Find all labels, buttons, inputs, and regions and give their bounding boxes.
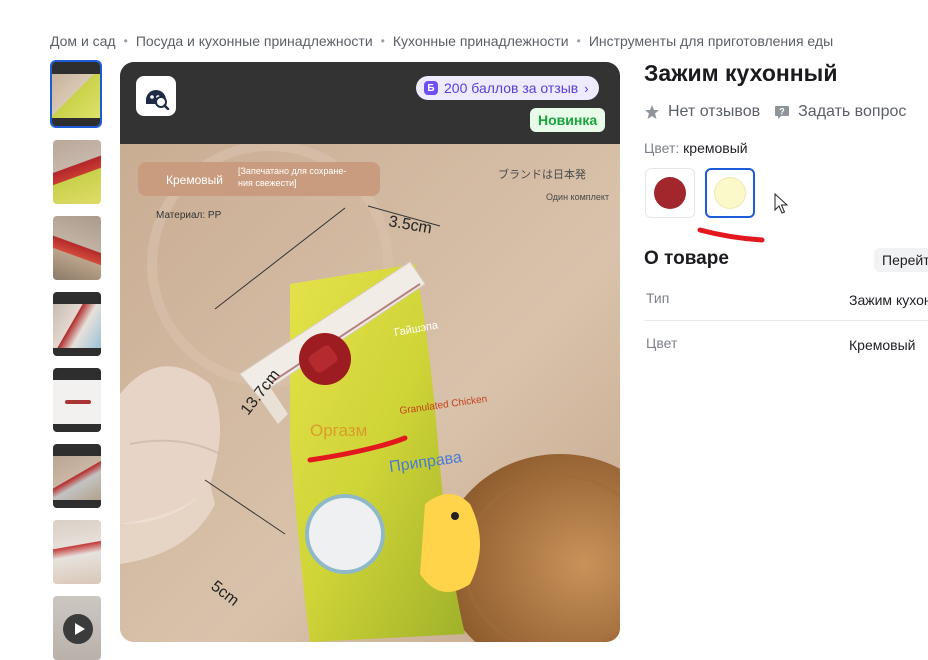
ask-question-label: Задать вопрос	[798, 103, 907, 120]
photo-sealed-note: [Запечатано для сохране-	[238, 166, 346, 176]
ask-question-link[interactable]: ? Задать вопрос	[774, 103, 906, 121]
breadcrumb-separator: •	[380, 34, 385, 48]
breadcrumb-item-cooking-tools[interactable]: Инструменты для приготовления еды	[589, 33, 833, 49]
svg-text:ния свежести]: ния свежести]	[238, 178, 297, 188]
reviews-label: Нет отзывов	[668, 103, 761, 120]
thumbnail-video[interactable]	[53, 596, 101, 660]
spec-value: Кремовый	[849, 337, 916, 353]
photo-bag-text-1: Оргазм	[310, 421, 367, 440]
breadcrumb: Дом и сад • Посуда и кухонные принадлежн…	[50, 32, 833, 50]
question-chat-icon: ?	[775, 106, 790, 119]
thumbnail-6[interactable]	[53, 444, 101, 508]
color-dot	[714, 177, 746, 209]
thumbnail-7[interactable]	[53, 520, 101, 584]
star-icon	[645, 105, 659, 119]
play-icon	[63, 614, 93, 644]
review-points-badge[interactable]: Б 200 баллов за отзыв ›	[416, 76, 599, 100]
spec-row-type: Тип Зажим кухонный	[644, 290, 928, 330]
thumbnail-4[interactable]	[53, 292, 101, 356]
chevron-right-icon: ›	[584, 80, 589, 96]
points-icon: Б	[424, 81, 438, 95]
breadcrumb-item-home-garden[interactable]: Дом и сад	[50, 33, 116, 49]
product-title: Зажим кухонный	[644, 60, 838, 86]
svg-text:?: ?	[779, 107, 785, 117]
spec-row-color: Цвет Кремовый	[644, 335, 928, 375]
thumbnail-2[interactable]	[53, 140, 101, 204]
color-label: Цвет:	[644, 140, 680, 156]
color-dot	[654, 177, 686, 209]
review-points-label: 200 баллов за отзыв	[444, 80, 579, 96]
color-line: Цвет: кремовый	[644, 140, 748, 156]
spec-key: Тип	[646, 290, 670, 306]
product-photo: Кремовый [Запечатано для сохране- ния св…	[120, 144, 620, 642]
main-product-image[interactable]: Б 200 баллов за отзыв › Новинка Кремовый…	[120, 62, 620, 642]
photo-material: Материал: PP	[156, 210, 222, 221]
reviews-link[interactable]: Нет отзывов	[644, 103, 760, 121]
color-swatch-red[interactable]	[645, 168, 695, 218]
spec-key: Цвет	[646, 335, 678, 351]
new-badge: Новинка	[530, 108, 606, 132]
goto-specs-button[interactable]: Перейти	[874, 248, 928, 272]
thumbnail-1[interactable]	[50, 60, 102, 128]
breadcrumb-separator: •	[123, 34, 128, 48]
photo-color-tag: Кремовый	[166, 173, 223, 187]
color-value: кремовый	[683, 140, 748, 156]
breadcrumb-item-kitchen-accessories[interactable]: Кухонные принадлежности	[393, 33, 569, 49]
image-search-icon[interactable]	[136, 76, 176, 116]
color-swatch-cream[interactable]	[705, 168, 755, 218]
breadcrumb-separator: •	[576, 34, 581, 48]
divider	[644, 320, 928, 321]
photo-brand-note: ブランドは日本発	[498, 167, 586, 181]
product-meta: Нет отзывов ? Задать вопрос	[644, 103, 920, 121]
about-title: О товаре	[644, 248, 729, 269]
thumbnail-3[interactable]	[53, 216, 101, 280]
photo-set-note: Один комплект	[546, 192, 609, 202]
thumbnail-5[interactable]	[53, 368, 101, 432]
spec-value: Зажим кухонный	[849, 292, 928, 308]
mouse-cursor-icon	[774, 193, 788, 214]
breadcrumb-item-tableware[interactable]: Посуда и кухонные принадлежности	[136, 33, 373, 49]
